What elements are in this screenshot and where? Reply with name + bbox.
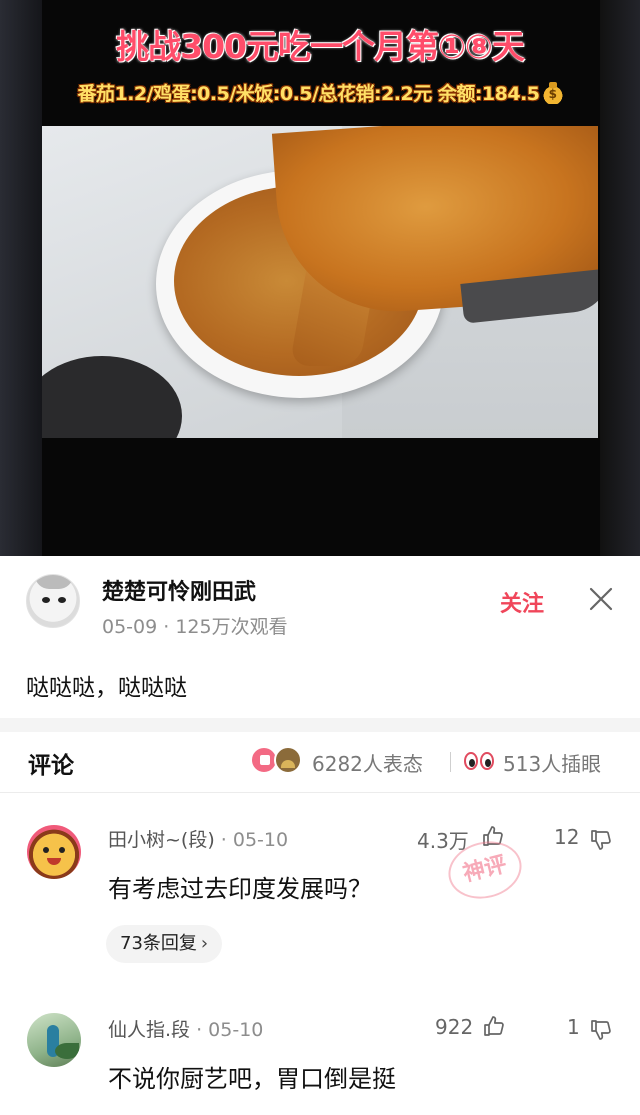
eyes-icon[interactable]	[464, 748, 498, 774]
avatar-eye-right	[58, 597, 66, 603]
comment-text: 不说你厨艺吧，胃口倒是挺	[108, 1065, 396, 1093]
avatar-hair	[35, 575, 73, 589]
comment-header: 仙人指.段 · 05-10	[108, 1015, 263, 1042]
chevron-right-icon: ›	[200, 933, 209, 954]
close-icon[interactable]	[588, 586, 614, 612]
text-fade-overlay	[470, 1048, 640, 1115]
eyes-count[interactable]: 513人插眼	[503, 748, 601, 777]
commenter-avatar[interactable]	[27, 1013, 81, 1067]
post-text: 哒哒哒，哒哒哒	[26, 675, 187, 701]
view-replies-button[interactable]: 73条回复 ›	[106, 925, 223, 963]
follow-button[interactable]: 关注	[500, 586, 544, 618]
commenter-name[interactable]: 仙人指.段	[108, 1019, 190, 1041]
comments-header: 评论 6282人表态 513人插眼	[0, 732, 640, 792]
comment-like-count: 922	[435, 1015, 474, 1039]
hat-reaction-icon	[274, 746, 302, 774]
video-caption-title: 挑战300元吃一个月第①⑧天	[116, 27, 525, 66]
comment-date: · 05-10	[196, 1019, 264, 1041]
comment-dislike-count: 1	[567, 1015, 580, 1039]
reaction-icons[interactable]	[250, 746, 306, 776]
video-frame	[42, 126, 598, 438]
reply-count: 73条回复	[120, 933, 197, 954]
author-name[interactable]: 楚楚可怜刚田武	[102, 574, 256, 606]
commenter-name[interactable]: 田小树~(段)	[108, 829, 215, 851]
post-header: 楚楚可怜刚田武 05-09 · 125万次观看 关注 哒哒哒，哒哒哒	[0, 556, 640, 718]
comment-item: 田小树~(段) · 05-10 4.3万 12 有考虑过去印度发展吗？ 73条回…	[0, 793, 640, 1003]
comment-date: · 05-10	[220, 829, 289, 851]
avatar-eye-left	[42, 597, 50, 603]
post-meta: 05-09 · 125万次观看	[102, 616, 288, 638]
section-divider	[0, 718, 640, 732]
video-player[interactable]: 挑战300元吃一个月第①⑧天 番茄1.2/鸡蛋:0.5/米饭:0.5/总花销:2…	[0, 0, 640, 556]
author-avatar[interactable]	[26, 574, 80, 628]
thumb-down-icon[interactable]	[589, 1018, 613, 1042]
commenter-avatar[interactable]	[27, 825, 81, 879]
thumb-up-icon[interactable]	[482, 1014, 506, 1038]
money-bag-icon	[542, 82, 563, 104]
video-caption-costs: 番茄1.2/鸡蛋:0.5/米饭:0.5/总花销:2.2元 余额:184.5	[0, 79, 640, 106]
thumb-down-icon[interactable]	[589, 828, 613, 852]
header-separator	[450, 752, 451, 772]
comment-text: 有考虑过去印度发展吗？	[108, 875, 372, 903]
comment-dislike-count: 12	[554, 825, 580, 849]
comment-header: 田小树~(段) · 05-10	[108, 825, 288, 852]
comments-title: 评论	[28, 753, 74, 779]
video-costs-text: 番茄1.2/鸡蛋:0.5/米饭:0.5/总花销:2.2元 余额:184.5	[77, 83, 540, 105]
reaction-count[interactable]: 6282人表态	[312, 748, 423, 777]
